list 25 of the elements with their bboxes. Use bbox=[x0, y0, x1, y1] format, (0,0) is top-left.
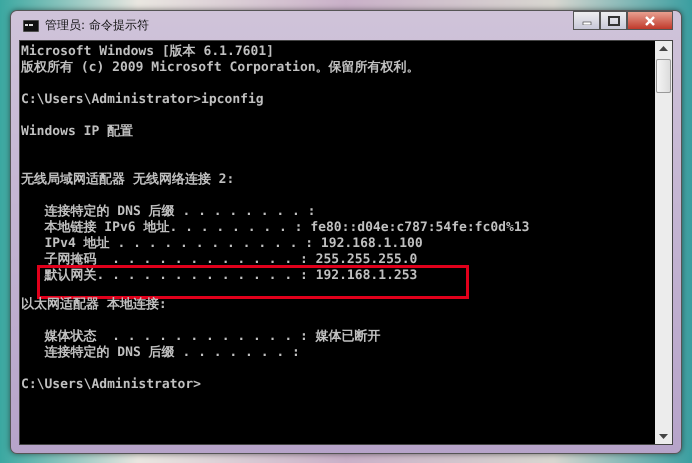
maximize-icon bbox=[608, 16, 620, 26]
console-line: 子网掩码 . . . . . . . . . . . . : 255.255.255.0 bbox=[43, 252, 418, 268]
console-line: 连接特定的 DNS 后缀 . . . . . . . . : bbox=[43, 204, 316, 220]
scroll-down-icon[interactable] bbox=[659, 434, 668, 439]
window-title: 管理员: 命令提示符 bbox=[45, 17, 149, 34]
console-line: 无线局域网适配器 无线网络连接 2: bbox=[21, 172, 234, 188]
close-icon bbox=[644, 16, 656, 26]
console-line: 媒体状态 . . . . . . . . . . . . : 媒体已断开 bbox=[43, 329, 381, 344]
scroll-thumb[interactable] bbox=[656, 59, 671, 93]
scroll-up-icon[interactable] bbox=[659, 46, 668, 51]
console-line: 版权所有 (c) 2009 Microsoft Corporation。保留所有权利。 bbox=[21, 60, 420, 76]
console-line: Windows IP 配置 bbox=[21, 124, 134, 140]
console-line: 本地链接 IPv6 地址. . . . . . . . : fe80::d04e:c787:54fe:fc0d%13 bbox=[43, 220, 530, 236]
console-line: C:\Users\Administrator>ipconfig bbox=[21, 92, 264, 108]
scrollbar[interactable] bbox=[655, 41, 672, 444]
console-line: Microsoft Windows [版本 6.1.7601] bbox=[21, 44, 274, 60]
maximize-button[interactable] bbox=[600, 11, 627, 30]
console-line: 连接特定的 DNS 后缀 . . . . . . . : bbox=[43, 345, 300, 361]
console-icon bbox=[23, 20, 39, 32]
console-line: IPv4 地址 . . . . . . . . . . . . : 192.168.1.100 bbox=[43, 236, 423, 252]
close-button[interactable] bbox=[627, 11, 673, 30]
console-line: 以太网适配器 本地连接: bbox=[21, 297, 167, 313]
console-line: 默认网关. . . . . . . . . . . . . : 192.168.1.253 bbox=[43, 268, 418, 284]
console-line: C:\Users\Administrator> bbox=[21, 377, 202, 393]
minimize-button[interactable] bbox=[573, 11, 600, 30]
